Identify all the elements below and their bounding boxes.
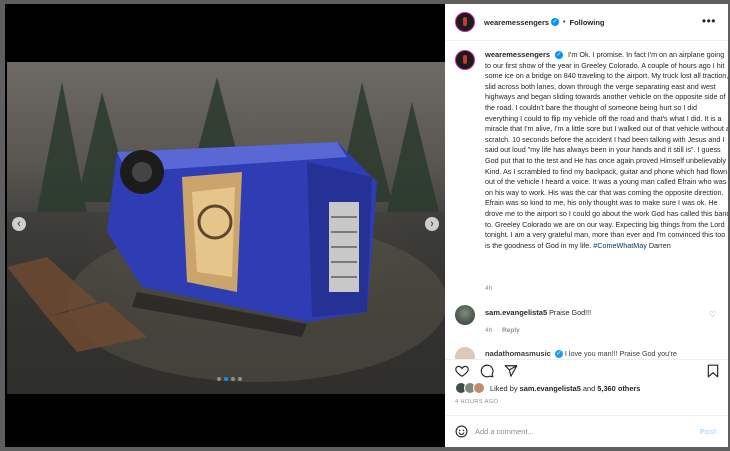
header-separator: • bbox=[563, 18, 566, 26]
carousel-next-button[interactable]: › bbox=[425, 217, 439, 231]
action-bar bbox=[445, 359, 728, 382]
comment-username[interactable]: nadathomasmusic bbox=[485, 349, 551, 358]
media-area: ‹ › bbox=[5, 4, 445, 447]
comment-text: Praise God!!! bbox=[549, 308, 592, 317]
caption-timestamp: 4h bbox=[485, 285, 493, 292]
comment-input[interactable] bbox=[475, 424, 685, 438]
carousel-dot bbox=[217, 377, 221, 381]
reply-button[interactable]: Reply bbox=[502, 327, 520, 334]
caption-signoff: Darren bbox=[648, 240, 671, 250]
liker-avatar bbox=[473, 382, 485, 394]
verified-badge-icon: ✓ bbox=[551, 18, 560, 26]
add-comment-bar: Post bbox=[445, 415, 728, 447]
hashtag-link[interactable]: #ComeWhatMay bbox=[593, 241, 647, 250]
post-photo[interactable] bbox=[7, 62, 445, 394]
chevron-right-icon: › bbox=[430, 218, 434, 230]
avatar[interactable] bbox=[455, 12, 475, 32]
caption-avatar[interactable] bbox=[455, 50, 475, 70]
header-username[interactable]: wearemessengers bbox=[484, 18, 549, 27]
comment-time: 4h bbox=[485, 327, 493, 334]
like-comment-icon[interactable]: ♡ bbox=[709, 310, 716, 319]
verified-badge-icon: ✓ bbox=[554, 350, 563, 359]
carousel-dots bbox=[217, 377, 242, 381]
comment-username[interactable]: sam.evangelista5 bbox=[485, 308, 547, 317]
overturned-truck-image bbox=[7, 77, 445, 394]
comment-avatar[interactable] bbox=[455, 347, 475, 359]
post-timestamp: 4 HOURS AGO bbox=[455, 399, 499, 405]
carousel-dot bbox=[231, 377, 235, 381]
caption-username[interactable]: wearemessengers bbox=[485, 50, 550, 59]
comment-meta: 4h Reply bbox=[485, 327, 520, 334]
more-options-icon[interactable]: ••• bbox=[702, 14, 716, 28]
post-panel: wearemessengers ✓ • Following ••• wearem… bbox=[445, 4, 728, 447]
liker-username[interactable]: sam.evangelista5 bbox=[520, 384, 581, 393]
post-button[interactable]: Post bbox=[700, 427, 716, 436]
likes-summary: Liked by sam.evangelista5 and 5,360 othe… bbox=[455, 381, 640, 395]
bookmark-icon[interactable] bbox=[707, 364, 719, 383]
comment-body: sam.evangelista5 Praise God!!! bbox=[485, 308, 591, 317]
carousel-prev-button[interactable]: ‹ bbox=[12, 217, 26, 231]
carousel-dot bbox=[238, 377, 242, 381]
comments-list: wearemessengers ✓ I'm Ok. I promise. In f… bbox=[445, 41, 728, 359]
verified-badge-icon: ✓ bbox=[555, 51, 564, 60]
caption-text: wearemessengers ✓ I'm Ok. I promise. In f… bbox=[485, 50, 728, 251]
comment-item: nadathomasmusic ✓ I love you man!!! Prai… bbox=[455, 347, 720, 359]
emoji-icon[interactable] bbox=[455, 425, 468, 443]
likes-count[interactable]: 5,360 others bbox=[597, 384, 640, 393]
likes-prefix: Liked by bbox=[490, 383, 518, 393]
likes-text: Liked by sam.evangelista5 and 5,360 othe… bbox=[490, 384, 640, 393]
post-modal: ‹ › wearemessengers ✓ • Following ••• we… bbox=[5, 4, 728, 447]
following-button[interactable]: Following bbox=[570, 18, 605, 27]
comment-avatar[interactable] bbox=[455, 305, 475, 325]
chevron-left-icon: ‹ bbox=[17, 218, 21, 230]
caption-body: I'm Ok. I promise. In fact I'm on an air… bbox=[485, 50, 728, 250]
comment-text: I love you man!!! Praise God you're bbox=[564, 349, 677, 358]
post-header: wearemessengers ✓ • Following ••• bbox=[445, 4, 728, 41]
carousel-dot bbox=[224, 377, 228, 381]
likes-joiner: and bbox=[582, 383, 596, 393]
comment-body: nadathomasmusic ✓ I love you man!!! Prai… bbox=[485, 349, 677, 359]
